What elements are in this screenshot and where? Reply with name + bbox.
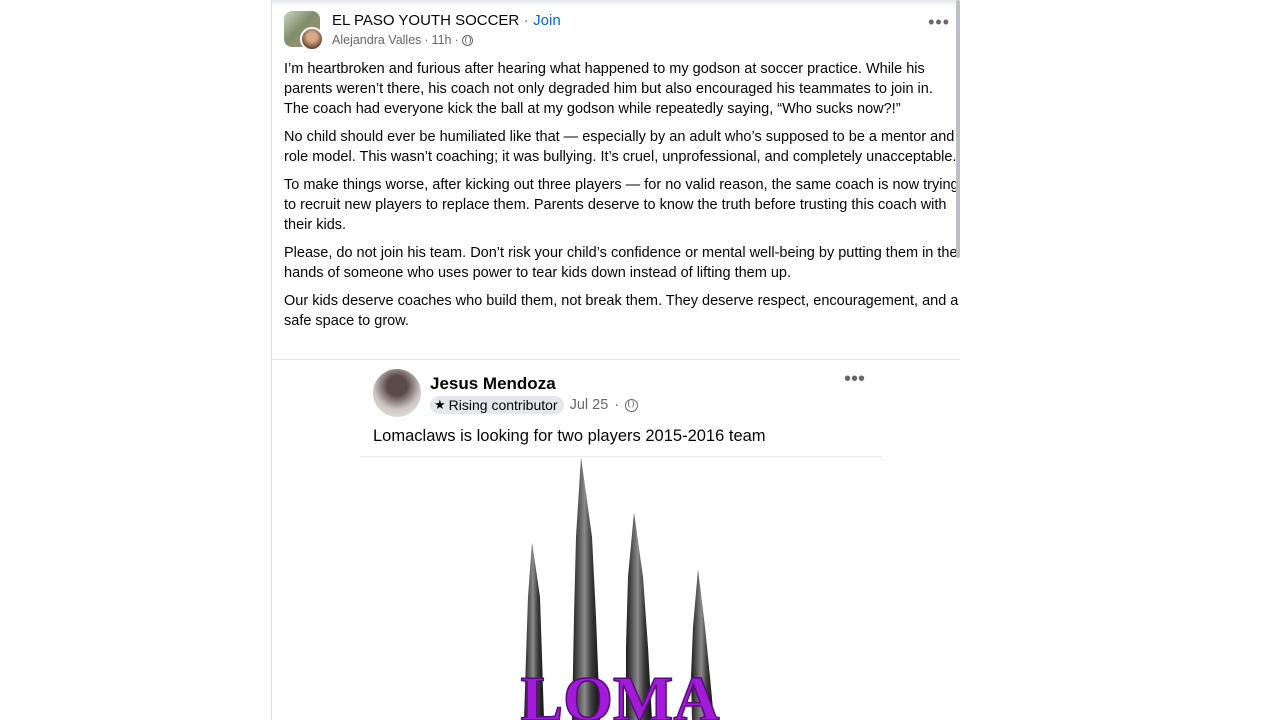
post-paragraph: Our kids deserve coaches who build them,… [284, 293, 959, 329]
post-time-link[interactable]: 11h [432, 33, 452, 47]
lomaclaws-logo: LOMA [520, 457, 720, 720]
more-options-icon[interactable]: ••• [928, 13, 950, 31]
post-meta: Alejandra Valles · 11h · [332, 33, 561, 47]
post-paragraph: No child should ever be humiliated like … [284, 129, 957, 165]
shared-date-separator: · [614, 397, 620, 413]
shared-post-screenshot: Jesus Mendoza ★ Rising contributor Jul 2… [360, 360, 882, 720]
shared-post-text: Lomaclaws is looking for two players 201… [373, 427, 766, 445]
globe-icon [625, 398, 639, 412]
rising-contributor-badge: ★ Rising contributor [430, 396, 564, 414]
shared-author-avatar [373, 369, 421, 417]
group-name-link[interactable]: EL PASO YOUTH SOCCER [332, 12, 519, 29]
logo-text: LOMA [520, 663, 719, 720]
star-icon: ★ [434, 397, 446, 412]
top-shadow [272, 0, 960, 6]
post-paragraph: I’m heartbroken and furious after hearin… [284, 61, 933, 117]
shared-post-meta: ★ Rising contributor Jul 25 · [430, 396, 639, 414]
join-button[interactable]: Join [533, 12, 561, 29]
scrollbar-thumb[interactable] [956, 0, 960, 258]
meta-separator: · [424, 33, 429, 47]
badge-label: Rising contributor [448, 397, 558, 413]
shared-post-date: Jul 25 [569, 397, 609, 413]
group-post: EL PASO YOUTH SOCCER · Join Alejandra Va… [271, 0, 960, 720]
globe-icon [461, 34, 473, 46]
shared-author-name: Jesus Mendoza [430, 374, 556, 393]
post-body: I’m heartbroken and furious after hearin… [284, 59, 960, 339]
author-avatar[interactable] [300, 27, 324, 51]
post-avatar[interactable] [284, 11, 324, 51]
post-header: EL PASO YOUTH SOCCER · Join Alejandra Va… [332, 12, 561, 47]
post-paragraph: To make things worse, after kicking out … [284, 177, 959, 233]
post-paragraph: Please, do not join his team. Don’t risk… [284, 245, 958, 281]
header-separator: · [523, 12, 529, 29]
shared-post-image[interactable]: Jesus Mendoza ★ Rising contributor Jul 2… [272, 360, 960, 720]
author-name-link[interactable]: Alejandra Valles [332, 33, 421, 47]
meta-separator-2: · [454, 33, 459, 47]
more-options-icon: ••• [844, 368, 866, 390]
